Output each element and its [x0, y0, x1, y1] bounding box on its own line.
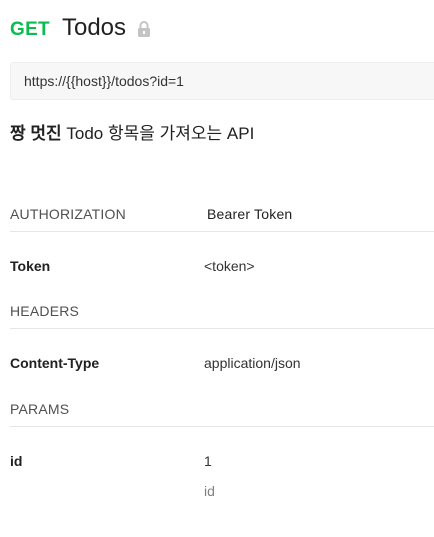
lock-icon: [136, 20, 152, 38]
authorization-heading: AUTHORIZATION: [10, 206, 126, 222]
header-value: application/json: [204, 355, 301, 371]
params-heading: PARAMS: [10, 401, 70, 417]
authorization-type: Bearer Token: [207, 206, 293, 222]
authorization-value: <token>: [204, 258, 255, 274]
request-header: GET Todos: [10, 10, 152, 46]
params-section-header: PARAMS: [10, 395, 434, 427]
request-url-field[interactable]: https://{{host}}/todos?id=1: [10, 62, 434, 100]
description-bold-text: 짱 멋진: [10, 124, 62, 143]
authorization-key: Token: [10, 258, 51, 274]
request-method: GET: [10, 19, 50, 40]
description-text: Todo 항목을 가져오는 API: [66, 124, 255, 143]
header-key: Content-Type: [10, 355, 100, 371]
param-description: id: [204, 483, 215, 499]
headers-heading: HEADERS: [10, 303, 80, 319]
authorization-section-header: AUTHORIZATION Bearer Token: [10, 200, 434, 232]
request-description: 짱 멋진 Todo 항목을 가져오는 API: [10, 119, 254, 144]
param-key: id: [10, 453, 23, 469]
headers-section-header: HEADERS: [10, 297, 434, 329]
request-title: Todos: [61, 14, 127, 41]
param-value: 1: [204, 453, 212, 469]
request-url-text: https://{{host}}/todos?id=1: [24, 73, 184, 89]
